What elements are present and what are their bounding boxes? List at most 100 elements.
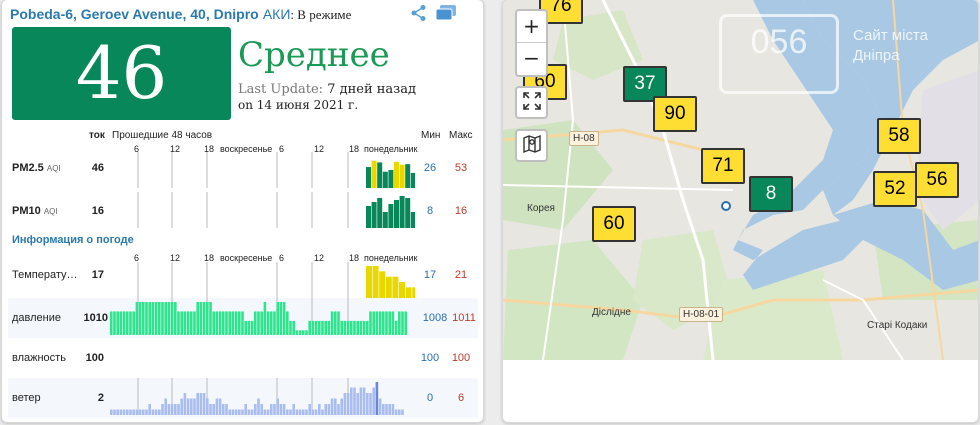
pressure-bar	[382, 311, 385, 335]
pm25-bar	[394, 161, 399, 188]
pm10-bar	[388, 204, 394, 228]
wind-bar	[132, 409, 135, 415]
pressure-bar	[337, 311, 340, 335]
aqi-value-box: 46	[12, 27, 231, 120]
pressure-bar	[238, 311, 241, 335]
location-dot	[721, 201, 731, 211]
wind-bar	[161, 404, 164, 415]
aki-link[interactable]: АКИ	[263, 6, 291, 22]
share-icon[interactable]	[410, 4, 428, 26]
wind-bar	[225, 404, 228, 415]
station-name-link[interactable]: Pobeda-6, Geroev Avenue, 40, Dnipro	[10, 6, 259, 22]
wind-bar	[276, 398, 279, 415]
pressure-bar	[254, 311, 257, 335]
wind-bar	[222, 404, 225, 415]
wind-bar	[318, 404, 321, 415]
pressure-bar	[257, 311, 260, 335]
pressure-bar	[270, 311, 273, 335]
pressure-bar	[218, 311, 222, 335]
wind-bar	[110, 409, 113, 415]
pressure-bar	[378, 311, 382, 335]
pm25-min: 26	[423, 162, 437, 174]
map-card: 056 Сайт міста Дніпра Корея Діслідне Ста…	[502, 0, 979, 423]
pressure-bar	[135, 302, 139, 335]
pm10-current: 16	[91, 205, 104, 217]
pressure-bar	[318, 320, 321, 335]
temperature-bar	[379, 271, 386, 298]
pm10-bar	[410, 212, 415, 228]
wind-bar	[353, 387, 356, 415]
humidity-min: 100	[420, 352, 440, 364]
pm25-bar	[410, 172, 415, 188]
weather-section-title: Информация о погоде	[12, 234, 134, 246]
pressure-bar	[340, 320, 343, 335]
wind-bar	[186, 398, 190, 415]
pm10-bar	[382, 212, 388, 228]
pressure-bar	[292, 320, 295, 335]
pressure-bar	[279, 302, 283, 335]
zoom-out-button[interactable]: −	[517, 43, 546, 75]
wind-current: 2	[97, 392, 104, 404]
col-history-header: Прошедшие 48 часов	[112, 130, 213, 141]
wind-bar	[164, 398, 167, 415]
wind-bar	[193, 398, 196, 415]
pm10-bar	[377, 198, 383, 228]
pm25-max: 53	[454, 162, 468, 174]
watermark-text: Сайт міста Дніпра	[853, 27, 928, 64]
wind-bar	[289, 409, 292, 415]
wind-bar	[244, 404, 247, 415]
zoom-in-button[interactable]: +	[517, 11, 546, 43]
pressure-bar	[193, 311, 196, 335]
pressure-bar	[286, 311, 289, 335]
pressure-bar	[398, 311, 401, 335]
wind-bar	[330, 398, 334, 415]
temperature-bar	[392, 276, 399, 298]
wind-bar	[282, 404, 286, 415]
wind-bar	[286, 409, 289, 415]
wind-bar	[215, 398, 219, 415]
wind-bar	[340, 398, 343, 415]
wind-bar	[302, 409, 305, 415]
station-card: Pobeda-6, Geroev Avenue, 40, Dnipro АКИ:…	[1, 0, 484, 423]
temperature-label: Температу…	[12, 269, 78, 281]
pm10-bar	[399, 196, 405, 228]
pressure-bar	[215, 311, 219, 335]
pm10-bar	[371, 202, 377, 228]
humidity-max: 100	[451, 352, 471, 364]
wind-bar	[375, 382, 379, 415]
embed-icon[interactable]	[434, 4, 458, 26]
col-current-header: ток	[89, 130, 105, 141]
pressure-bar	[273, 311, 276, 335]
wind-bar	[372, 387, 375, 415]
pressure-bar	[334, 311, 337, 335]
pressure-bar	[119, 311, 123, 335]
wind-bar	[158, 409, 161, 415]
wind-min: 0	[426, 392, 434, 404]
pressure-bar	[343, 320, 347, 335]
wind-bar	[206, 398, 209, 415]
pressure-bar	[110, 311, 113, 335]
wind-bar	[142, 409, 145, 415]
temperature-max: 21	[454, 269, 468, 281]
wind-bar	[273, 404, 276, 415]
wind-bar	[295, 409, 299, 415]
pressure-bar	[263, 302, 267, 335]
pressure-bar	[356, 320, 359, 335]
wind-bar	[113, 409, 116, 415]
wind-bar	[298, 409, 302, 415]
pressure-bar	[202, 302, 206, 335]
pressure-bar	[161, 302, 164, 335]
map-layers-button[interactable]	[515, 129, 548, 162]
pm10-bar	[394, 200, 399, 228]
pm25-bar	[377, 162, 383, 188]
road-label-h0801: Н-08-01	[679, 307, 724, 322]
fullscreen-button[interactable]	[515, 86, 548, 119]
temperature-min: 17	[423, 269, 437, 281]
pressure-bar	[305, 330, 308, 335]
wind-bar	[266, 409, 270, 415]
pressure-bar	[186, 311, 190, 335]
pressure-bar	[314, 320, 318, 335]
wind-bar	[327, 404, 331, 415]
mode-text: : В режиме	[290, 7, 352, 22]
pm25-bar	[388, 169, 394, 188]
